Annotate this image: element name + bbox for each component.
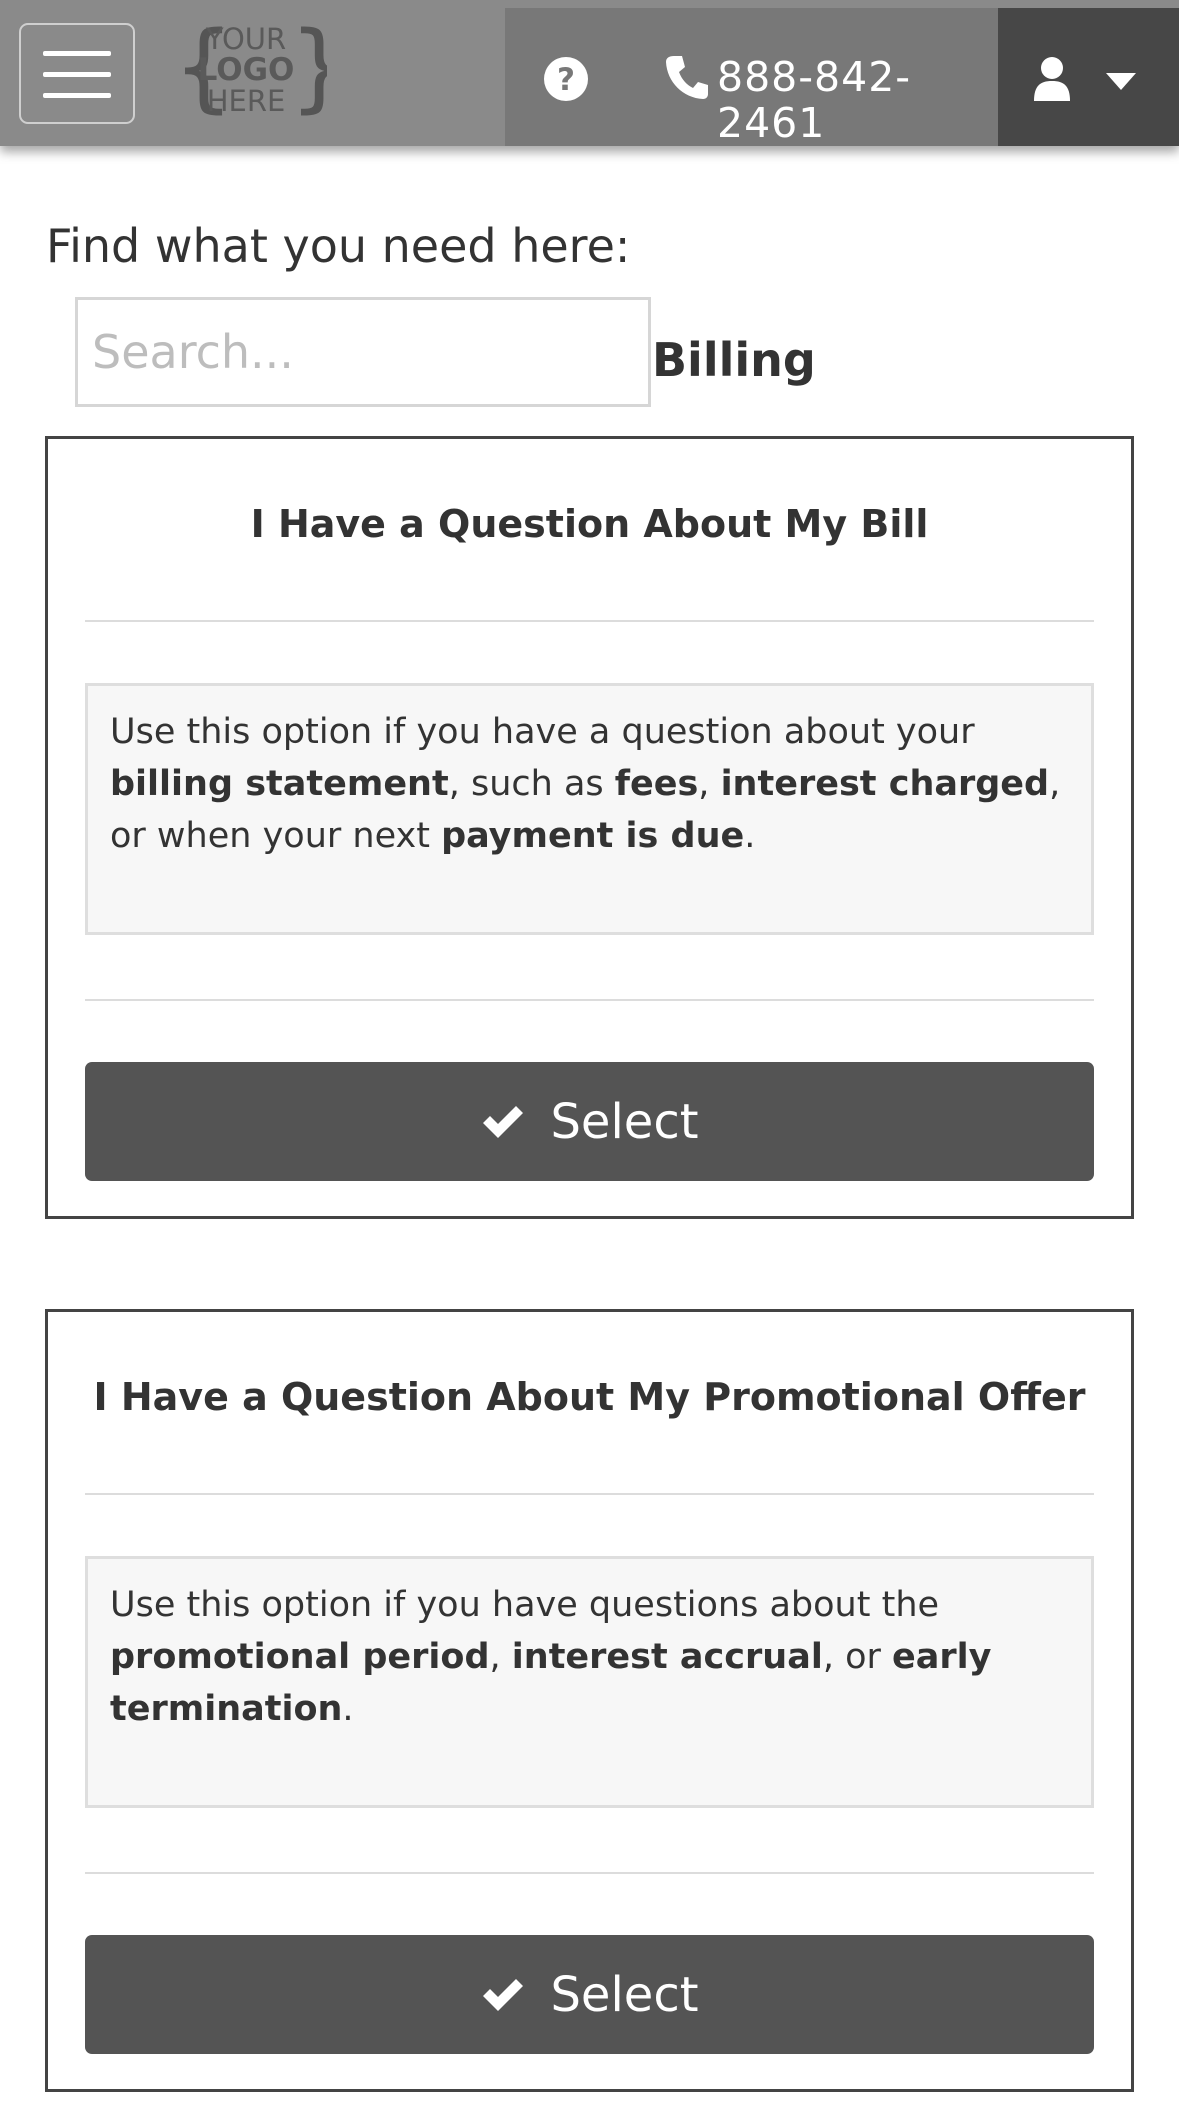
- hamburger-bar: [43, 93, 111, 98]
- logo-line-2: LOGO: [198, 52, 295, 88]
- option-title: I Have a Question About My Promotional O…: [93, 1375, 1086, 1419]
- divider: [85, 620, 1094, 622]
- question-circle-icon[interactable]: ?: [543, 56, 589, 102]
- option-card-bill-question: I Have a Question About My Bill Use this…: [45, 436, 1134, 1219]
- divider: [85, 1493, 1094, 1495]
- phone-number-link[interactable]: 888-842-2461: [717, 54, 998, 146]
- top-navbar: { } YOUR LOGO HERE ? 888-842-2461: [0, 0, 1179, 146]
- phone-icon[interactable]: [665, 54, 709, 100]
- divider: [85, 1872, 1094, 1874]
- checkmark-icon: [483, 1978, 524, 2011]
- logo-line-1: YOUR: [205, 22, 286, 56]
- emphasized-text: promotional period: [110, 1637, 490, 1677]
- option-card-promotional-offer: I Have a Question About My Promotional O…: [45, 1309, 1134, 2092]
- option-description: Use this option if you have a question a…: [85, 683, 1094, 935]
- select-button-label: Select: [550, 1093, 699, 1150]
- description-text: Use this option if you have questions ab…: [110, 1585, 940, 1625]
- description-text: ,: [489, 1637, 512, 1677]
- hamburger-menu-icon: [43, 51, 111, 56]
- emphasized-text: interest accrual: [511, 1637, 823, 1677]
- select-button[interactable]: Select: [85, 1062, 1094, 1181]
- option-description: Use this option if you have questions ab…: [85, 1556, 1094, 1808]
- user-icon: [1034, 57, 1070, 101]
- select-button-label: Select: [550, 1966, 699, 2023]
- select-button[interactable]: Select: [85, 1935, 1094, 2054]
- category-heading: Billing: [652, 333, 816, 387]
- description-text: .: [342, 1689, 354, 1729]
- user-menu-toggle[interactable]: [998, 8, 1179, 146]
- emphasized-text: billing statement: [110, 764, 449, 804]
- description-text: , such as: [448, 764, 615, 804]
- search-prompt: Find what you need here:: [46, 219, 631, 273]
- logo-line-3: HERE: [207, 84, 286, 118]
- emphasized-text: payment is due: [441, 816, 745, 856]
- search-input[interactable]: [75, 297, 651, 407]
- description-text: Use this option if you have a question a…: [110, 712, 975, 752]
- description-text: ,: [698, 764, 721, 804]
- emphasized-text: interest charged: [720, 764, 1050, 804]
- hamburger-bar: [43, 72, 111, 77]
- description-text: , or: [822, 1637, 893, 1677]
- svg-text:?: ?: [557, 62, 575, 98]
- description-text: .: [744, 816, 756, 856]
- svg-text:}: }: [289, 14, 327, 123]
- divider: [85, 999, 1094, 1001]
- emphasized-text: fees: [614, 764, 699, 804]
- checkmark-icon: [483, 1105, 524, 1138]
- company-logo[interactable]: { } YOUR LOGO HERE: [165, 14, 327, 129]
- hamburger-menu-button[interactable]: [19, 23, 135, 124]
- caret-down-icon: [1106, 73, 1136, 90]
- help-contact-area: ? 888-842-2461: [505, 8, 998, 146]
- option-title: I Have a Question About My Bill: [250, 502, 929, 546]
